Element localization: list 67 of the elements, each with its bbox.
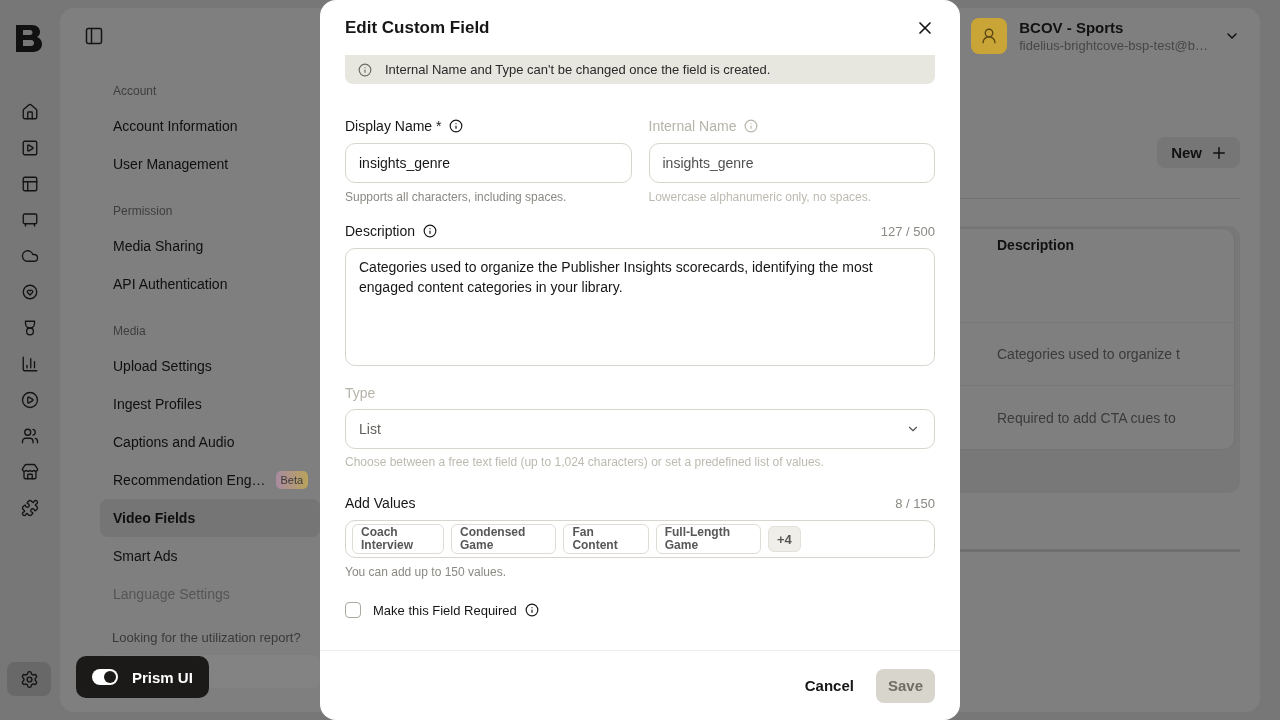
- play-circle-icon: [21, 391, 39, 409]
- home-icon: [21, 103, 39, 121]
- settings-nav-item[interactable]: Video Fields: [100, 499, 320, 537]
- screen-icon: [21, 211, 39, 229]
- dialog-title: Edit Custom Field: [345, 17, 490, 38]
- settings-nav-item[interactable]: Account Information: [100, 107, 320, 145]
- account-email: fidelius-brightcove-bsp-test@b…: [1019, 38, 1208, 53]
- settings-nav-item[interactable]: Media Sharing: [100, 227, 320, 265]
- toggle-switch[interactable]: [92, 669, 118, 685]
- new-button[interactable]: New: [1157, 137, 1240, 168]
- beta-badge: Beta: [275, 471, 309, 489]
- section-heading: Media: [112, 323, 147, 340]
- settings-nav-item[interactable]: Ingest Profiles: [100, 385, 320, 423]
- settings-nav-item[interactable]: User Management: [100, 145, 320, 183]
- required-checkbox[interactable]: [345, 602, 361, 618]
- helper-text: You can add up to 150 values.: [345, 565, 508, 579]
- store-icon: [21, 463, 39, 481]
- video-icon: [21, 139, 39, 157]
- info-icon[interactable]: [524, 603, 539, 617]
- settings-nav-item[interactable]: API Authentication: [100, 265, 320, 303]
- value-tag: Full-Length Game: [655, 524, 762, 554]
- field-label: Add Values: [345, 495, 416, 511]
- settings-nav-item[interactable]: Recommendation Eng… Beta: [100, 461, 320, 499]
- table-cell-text: Required to add CTA cues to: [996, 409, 1177, 426]
- values-input[interactable]: Coach Interview Condensed Game Fan Content Full-Length Game +4: [345, 520, 935, 558]
- heart-circle-icon: [21, 283, 39, 301]
- account-name: BCOV - Sports: [1019, 19, 1125, 36]
- description-textarea[interactable]: Categories used to organize the Publisher Insights scorecards, identifying the most engaged content categories in your library.: [345, 248, 935, 366]
- cancel-button[interactable]: Cancel: [794, 668, 864, 703]
- settings-nav-item[interactable]: Smart Ads: [100, 537, 320, 575]
- field-label: Description: [345, 223, 416, 239]
- info-icon[interactable]: [449, 119, 464, 133]
- users-icon: [21, 427, 39, 445]
- helper-text: Lowercase alphanumeric only, no spaces.: [648, 190, 873, 204]
- section-heading: Account: [112, 83, 158, 100]
- settings-nav-item[interactable]: Upload Settings: [100, 347, 320, 385]
- value-tag: Coach Interview: [352, 524, 445, 554]
- settings-nav-item[interactable]: Captions and Audio: [100, 423, 320, 461]
- field-label: Display Name *: [345, 118, 442, 134]
- user-avatar-icon: [971, 18, 1008, 54]
- info-icon[interactable]: [423, 224, 438, 238]
- puzzle-icon: [21, 499, 39, 517]
- notice-text: Internal Name and Type can't be changed once the field is created.: [385, 62, 771, 77]
- cloud-icon: [21, 247, 39, 265]
- layout-icon: [21, 175, 39, 193]
- table-cell-text: Categories used to organize t: [996, 346, 1181, 363]
- toast-label: Prism UI: [132, 668, 193, 686]
- display-name-input[interactable]: insights_genre: [345, 143, 632, 183]
- field-label: Internal Name: [648, 118, 737, 134]
- character-counter: 127 / 500: [880, 223, 935, 239]
- column-header: Description: [996, 236, 1075, 253]
- settings-button[interactable]: [7, 662, 51, 696]
- checkbox-label: Make this Field Required: [373, 602, 517, 618]
- more-values-badge[interactable]: +4: [768, 526, 801, 552]
- section-heading: Permission: [112, 203, 174, 220]
- sidebar-toggle-button[interactable]: [84, 26, 104, 46]
- bar-chart-icon: [21, 355, 39, 373]
- settings-icon: [19, 669, 39, 689]
- helper-text: Supports all characters, including spaces.: [345, 190, 568, 204]
- utilization-report-text: Looking for the utilization report?: [111, 629, 302, 647]
- info-icon: [358, 62, 372, 77]
- value-tag: Fan Content: [563, 524, 649, 554]
- helper-text: Choose between a free text field (up to 1,024 characters) or set a predefined list of values.: [345, 455, 825, 469]
- value-counter: 8 / 150: [895, 495, 935, 511]
- value-tag: Condensed Game: [451, 524, 557, 554]
- field-label: Type: [345, 385, 376, 401]
- sidebar-toggle-icon: [84, 26, 104, 46]
